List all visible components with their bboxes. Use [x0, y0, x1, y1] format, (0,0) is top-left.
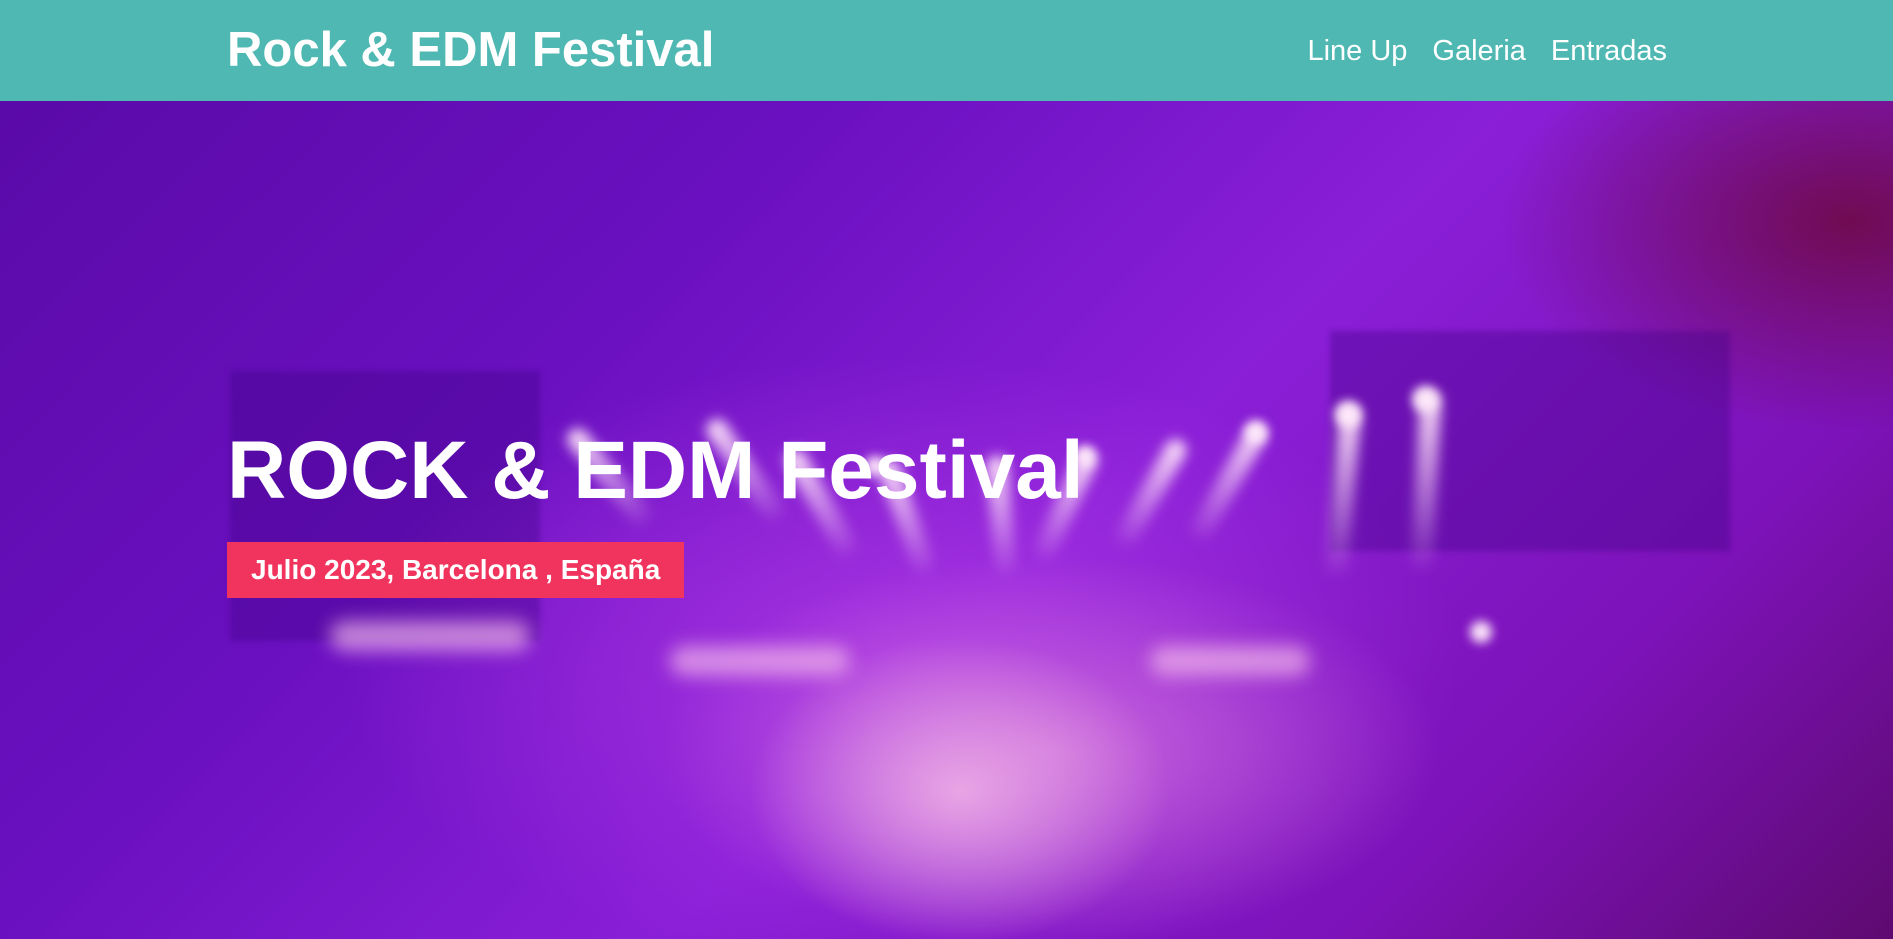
stage-light	[1335, 401, 1361, 427]
nav-link-line-up[interactable]: Line Up	[1307, 28, 1407, 74]
hero-title: ROCK & EDM Festival	[227, 425, 1084, 516]
hero-section: ROCK & EDM Festival Julio 2023, Barcelon…	[0, 101, 1893, 939]
stage-light	[1470, 621, 1492, 643]
main-nav: Line Up Galeria Entradas	[1307, 28, 1667, 74]
nav-link-galeria[interactable]: Galeria	[1432, 28, 1526, 74]
light-glow	[330, 621, 530, 651]
site-logo[interactable]: Rock & EDM Festival	[227, 18, 714, 82]
light-glow	[670, 646, 850, 676]
light-glow	[1150, 646, 1310, 676]
nav-link-entradas[interactable]: Entradas	[1551, 28, 1667, 74]
event-date-location-badge: Julio 2023, Barcelona , España	[227, 542, 685, 598]
stage-speaker-right	[1330, 331, 1730, 551]
stage-light	[1412, 386, 1438, 412]
stage-light	[1245, 421, 1267, 443]
site-header: Rock & EDM Festival Line Up Galeria Entr…	[0, 0, 1893, 101]
light-beam	[1111, 435, 1191, 551]
